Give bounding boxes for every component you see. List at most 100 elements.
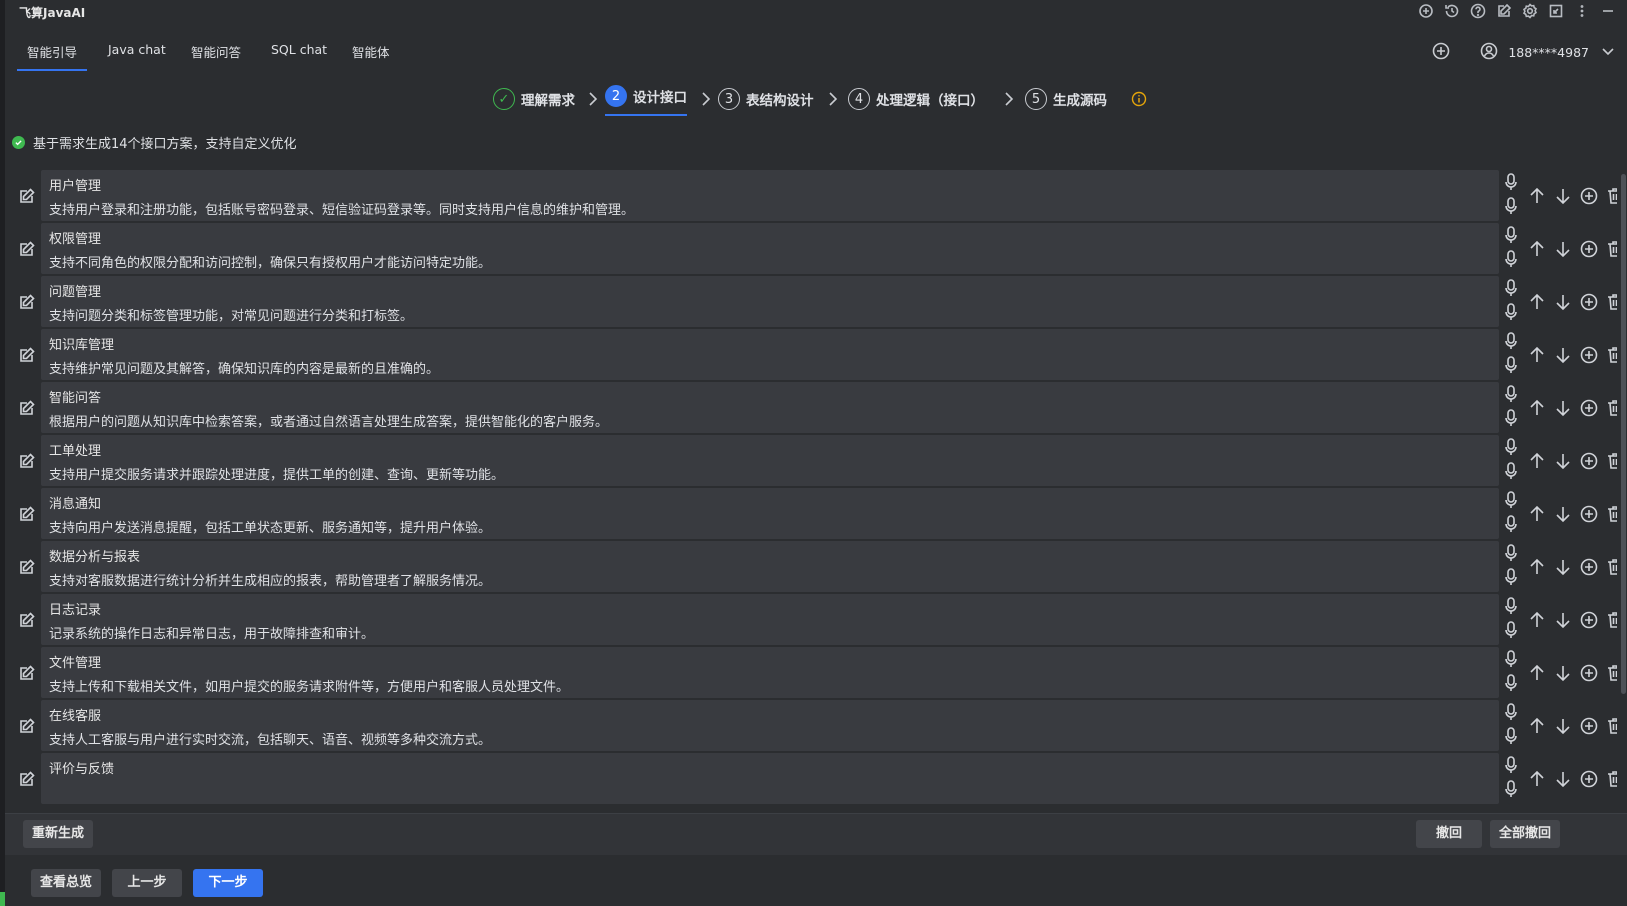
microphone-icon[interactable] [1504,490,1518,510]
delete-icon[interactable] [1605,451,1617,471]
overview-button[interactable]: 查看总览 [31,869,101,897]
step-5[interactable]: 5 生成源码 [1025,85,1107,113]
tab-agent[interactable]: 智能体 [352,42,390,69]
edit-icon[interactable] [17,186,37,206]
collapse-icon[interactable] [1547,2,1565,20]
move-down-icon[interactable] [1553,663,1573,683]
move-down-icon[interactable] [1553,504,1573,524]
tab-sql-chat[interactable]: SQL chat [271,42,327,65]
move-down-icon[interactable] [1553,345,1573,365]
move-down-icon[interactable] [1553,398,1573,418]
undo-all-button[interactable]: 全部撤回 [1490,820,1560,848]
microphone-icon[interactable] [1504,543,1518,563]
new-chat-icon[interactable] [1432,42,1450,63]
move-down-icon[interactable] [1553,716,1573,736]
user-avatar-icon[interactable] [1480,42,1498,63]
delete-icon[interactable] [1605,557,1617,577]
microphone-icon[interactable] [1504,172,1518,192]
microphone-icon[interactable] [1504,355,1518,375]
undo-button[interactable]: 撤回 [1416,820,1482,848]
move-up-icon[interactable] [1527,610,1547,630]
add-item-icon[interactable] [1579,557,1599,577]
microphone-icon[interactable] [1504,437,1518,457]
add-item-icon[interactable] [1579,398,1599,418]
add-item-icon[interactable] [1579,769,1599,789]
delete-icon[interactable] [1605,398,1617,418]
microphone-icon[interactable] [1504,779,1518,799]
microphone-icon[interactable] [1504,196,1518,216]
step-1[interactable]: ✓ 理解需求 [493,85,575,113]
add-item-icon[interactable] [1579,345,1599,365]
microphone-icon[interactable] [1504,408,1518,428]
move-up-icon[interactable] [1527,769,1547,789]
interface-card[interactable]: 用户管理 支持用户登录和注册功能，包括账号密码登录、短信验证码登录等。同时支持用户… [41,170,1499,221]
move-up-icon[interactable] [1527,345,1547,365]
interface-card[interactable]: 文件管理 支持上传和下载相关文件，如用户提交的服务请求附件等，方便用户和客服人员处… [41,647,1499,698]
interface-card[interactable]: 工单处理 支持用户提交服务请求并跟踪处理进度，提供工单的创建、查询、更新等功能。 [41,435,1499,486]
info-icon[interactable] [1131,91,1147,107]
edit-icon[interactable] [17,345,37,365]
microphone-icon[interactable] [1504,673,1518,693]
move-up-icon[interactable] [1527,186,1547,206]
move-down-icon[interactable] [1553,610,1573,630]
microphone-icon[interactable] [1504,567,1518,587]
step-4[interactable]: 4 处理逻辑（接口） [848,85,984,113]
help-icon[interactable] [1469,2,1487,20]
more-vertical-icon[interactable] [1573,2,1591,20]
microphone-icon[interactable] [1504,514,1518,534]
edit-note-icon[interactable] [1495,2,1513,20]
delete-icon[interactable] [1605,716,1617,736]
minimize-icon[interactable] [1599,2,1617,20]
delete-icon[interactable] [1605,504,1617,524]
microphone-icon[interactable] [1504,302,1518,322]
next-step-button[interactable]: 下一步 [193,869,263,897]
delete-icon[interactable] [1605,186,1617,206]
delete-icon[interactable] [1605,292,1617,312]
microphone-icon[interactable] [1504,649,1518,669]
move-up-icon[interactable] [1527,504,1547,524]
edit-icon[interactable] [17,398,37,418]
move-down-icon[interactable] [1553,557,1573,577]
interface-card[interactable]: 消息通知 支持向用户发送消息提醒，包括工单状态更新、服务通知等，提升用户体验。 [41,488,1499,539]
interface-card[interactable]: 在线客服 支持人工客服与用户进行实时交流，包括聊天、语音、视频等多种交流方式。 [41,700,1499,751]
microphone-icon[interactable] [1504,331,1518,351]
user-phone[interactable]: 188****4987 [1508,45,1589,60]
add-item-icon[interactable] [1579,239,1599,259]
move-down-icon[interactable] [1553,769,1573,789]
edit-icon[interactable] [17,451,37,471]
move-up-icon[interactable] [1527,557,1547,577]
ai-brain-icon[interactable] [1417,2,1435,20]
list-scrollbar[interactable] [1620,162,1627,810]
move-up-icon[interactable] [1527,398,1547,418]
move-down-icon[interactable] [1553,292,1573,312]
microphone-icon[interactable] [1504,620,1518,640]
interface-card[interactable]: 知识库管理 支持维护常见问题及其解答，确保知识库的内容是最新的且准确的。 [41,329,1499,380]
edit-icon[interactable] [17,769,37,789]
microphone-icon[interactable] [1504,596,1518,616]
interface-card[interactable]: 评价与反馈 [41,753,1499,804]
tab-java-chat[interactable]: Java chat [108,42,166,65]
step-2[interactable]: 2 设计接口 [605,82,687,116]
add-item-icon[interactable] [1579,186,1599,206]
microphone-icon[interactable] [1504,384,1518,404]
edit-icon[interactable] [17,663,37,683]
history-icon[interactable] [1443,2,1461,20]
interface-card[interactable]: 日志记录 记录系统的操作日志和异常日志，用于故障排查和审计。 [41,594,1499,645]
tab-qa[interactable]: 智能问答 [191,42,241,69]
settings-icon[interactable] [1521,2,1539,20]
add-item-icon[interactable] [1579,292,1599,312]
prev-step-button[interactable]: 上一步 [112,869,182,897]
move-down-icon[interactable] [1553,451,1573,471]
edit-icon[interactable] [17,716,37,736]
regenerate-button[interactable]: 重新生成 [23,820,93,848]
interface-card[interactable]: 权限管理 支持不同角色的权限分配和访问控制，确保只有授权用户才能访问特定功能。 [41,223,1499,274]
chevron-down-icon[interactable] [1599,42,1617,63]
microphone-icon[interactable] [1504,726,1518,746]
move-down-icon[interactable] [1553,239,1573,259]
add-item-icon[interactable] [1579,610,1599,630]
delete-icon[interactable] [1605,663,1617,683]
interface-card[interactable]: 数据分析与报表 支持对客服数据进行统计分析并生成相应的报表，帮助管理者了解服务情况… [41,541,1499,592]
move-down-icon[interactable] [1553,186,1573,206]
microphone-icon[interactable] [1504,702,1518,722]
microphone-icon[interactable] [1504,461,1518,481]
